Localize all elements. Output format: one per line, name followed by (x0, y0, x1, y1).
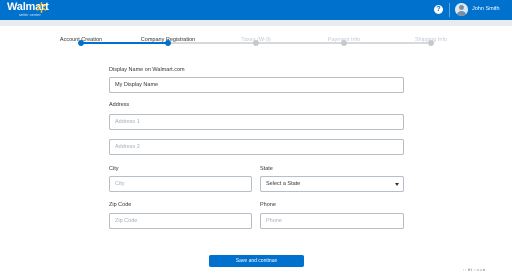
corner-watermark: :: lfi ::==n (463, 267, 486, 272)
help-icon[interactable]: ? (434, 5, 443, 14)
state-select-value: Select a State (266, 181, 301, 187)
address-line1-input[interactable]: Address 1 (109, 114, 404, 130)
header-divider (449, 3, 450, 17)
city-label: City (109, 166, 119, 172)
step-dot-shipping-info (428, 40, 434, 46)
top-navigation-bar: Walmart seller center ? John Smith (0, 0, 512, 20)
state-select[interactable]: Select a State (260, 176, 404, 192)
phone-input[interactable]: Phone (260, 213, 404, 229)
address-label: Address (109, 102, 130, 108)
user-name[interactable]: John Smith (472, 6, 500, 12)
spark-icon (36, 2, 47, 13)
zip-code-input[interactable]: Zip Code (109, 213, 252, 229)
save-and-continue-button[interactable]: Save and continue (209, 255, 304, 267)
state-label: State (260, 166, 273, 172)
step-dot-company-registration (165, 40, 171, 46)
phone-label: Phone (260, 202, 276, 208)
display-name-input[interactable]: My Display Name (109, 77, 404, 93)
avatar[interactable] (455, 3, 468, 16)
progress-line-remaining (168, 42, 431, 44)
city-input[interactable]: City (109, 176, 252, 192)
step-dot-taxes (253, 40, 259, 46)
step-dot-payment-info (341, 40, 347, 46)
step-dot-account-creation (78, 40, 84, 46)
address-line2-input[interactable]: Address 2 (109, 139, 404, 155)
display-name-label: Display Name on Walmart.com (109, 67, 185, 73)
zip-code-label: Zip Code (109, 202, 132, 208)
chevron-down-icon (395, 183, 399, 186)
